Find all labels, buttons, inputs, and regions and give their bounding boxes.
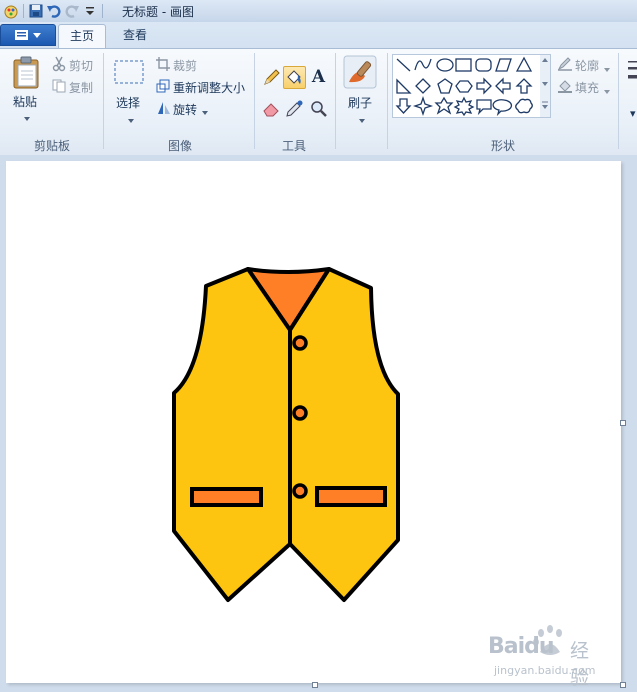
outline-icon: [557, 57, 573, 74]
paste-button[interactable]: 粘贴: [13, 93, 37, 110]
shapes-gallery: [392, 54, 542, 118]
group-separator: [103, 53, 104, 149]
pencil-icon: [264, 69, 280, 85]
watermark-url: jingyan.baidu.com: [494, 664, 596, 677]
text-tool[interactable]: A: [307, 66, 330, 89]
customize-qat-icon[interactable]: [81, 2, 99, 20]
resize-icon: [156, 79, 170, 96]
scroll-up-icon[interactable]: [542, 58, 548, 62]
baidu-watermark: Baidu 经验 jingyan.baidu.com: [488, 624, 606, 689]
fill-dropdown-icon[interactable]: [603, 84, 611, 98]
canvas-resize-handle-bottom[interactable]: [312, 682, 318, 688]
qat-separator: [23, 4, 24, 18]
shapes-group-label: 形状: [490, 139, 515, 153]
fill-shape-icon: [557, 79, 573, 96]
vest-button-top: [292, 335, 308, 351]
clipboard-group-label: 剪贴板: [33, 139, 70, 153]
rotate-icon: [156, 101, 172, 118]
vest-drawing: [172, 267, 400, 602]
app-menu-button[interactable]: [0, 24, 56, 46]
ribbon-tab-row: 主页 查看: [0, 22, 637, 48]
brushes-button[interactable]: 刷子: [348, 94, 372, 111]
canvas-resize-handle-right[interactable]: [620, 420, 626, 426]
size-icon[interactable]: [627, 59, 637, 92]
vest-right-panel: [288, 267, 400, 602]
vest-left-panel: [172, 267, 292, 602]
fill-tool[interactable]: [283, 66, 306, 89]
vest-pocket-left: [190, 487, 263, 507]
paste-icon[interactable]: [12, 55, 42, 92]
size-dropdown[interactable]: ▾: [630, 107, 636, 120]
vest-pocket-right: [315, 486, 387, 507]
group-separator: [618, 53, 619, 149]
paste-dropdown-icon[interactable]: [23, 111, 31, 125]
eraser-icon: [263, 103, 279, 117]
color-picker-tool[interactable]: [283, 97, 306, 120]
canvas-resize-handle-corner[interactable]: [620, 682, 626, 688]
text-icon: A: [311, 67, 326, 87]
watermark-sub: 经验: [570, 640, 590, 689]
save-icon[interactable]: [27, 2, 45, 20]
scissors-icon: [52, 56, 66, 75]
group-separator: [387, 53, 388, 149]
cut-button[interactable]: 剪切: [69, 57, 93, 74]
group-separator: [335, 53, 336, 149]
magnifier-tool[interactable]: [307, 97, 330, 120]
select-button[interactable]: 选择: [116, 94, 140, 111]
shapes-scroll[interactable]: [540, 54, 551, 118]
quick-access-toolbar: [2, 2, 106, 20]
copy-icon: [52, 79, 66, 96]
scroll-down-icon[interactable]: [542, 82, 548, 86]
qat-separator-2: [102, 4, 103, 18]
rotate-dropdown-icon[interactable]: [201, 105, 209, 119]
crop-icon: [156, 57, 170, 74]
paint-bucket-icon: [287, 70, 301, 84]
brush-icon[interactable]: [343, 55, 377, 92]
undo-icon[interactable]: [45, 2, 63, 20]
app-menu-icon: [15, 30, 41, 40]
outline-button[interactable]: 轮廓: [575, 57, 599, 74]
outline-dropdown-icon[interactable]: [603, 62, 611, 76]
eraser-tool[interactable]: [260, 97, 283, 120]
fill-shape-button[interactable]: 填充: [575, 79, 599, 96]
title-bar: 无标题 - 画图: [0, 0, 637, 22]
watermark-brand: Baidu: [488, 634, 555, 659]
vest-button-bottom: [292, 483, 308, 499]
magnifier-icon: [311, 101, 327, 117]
redo-icon[interactable]: [63, 2, 81, 20]
tab-home[interactable]: 主页: [58, 24, 106, 48]
image-group-label: 图像: [167, 139, 192, 153]
resize-button[interactable]: 重新调整大小: [173, 79, 245, 96]
tab-view[interactable]: 查看: [112, 24, 158, 47]
shapes-gallery-icons: [395, 56, 533, 117]
drawing-canvas[interactable]: [6, 161, 621, 683]
eyedropper-icon: [286, 100, 303, 117]
rotate-button[interactable]: 旋转: [173, 101, 197, 118]
tools-group-label: 工具: [281, 139, 306, 153]
copy-button[interactable]: 复制: [69, 79, 93, 96]
window-title: 无标题 - 画图: [122, 5, 194, 19]
select-dropdown-icon[interactable]: [127, 113, 135, 127]
gallery-expand-icon[interactable]: [542, 105, 548, 109]
crop-button[interactable]: 裁剪: [173, 57, 197, 74]
ribbon: 粘贴 剪切 复制 剪贴板 选择 裁剪 重新调整大小 旋转 图像 A 工具 刷子 …: [0, 48, 637, 156]
brushes-dropdown-icon[interactable]: [358, 113, 366, 127]
pencil-tool[interactable]: [260, 66, 283, 89]
paint-app-icon[interactable]: [2, 2, 20, 20]
group-separator: [254, 53, 255, 149]
select-icon[interactable]: [113, 59, 145, 88]
vest-button-middle: [292, 405, 308, 421]
